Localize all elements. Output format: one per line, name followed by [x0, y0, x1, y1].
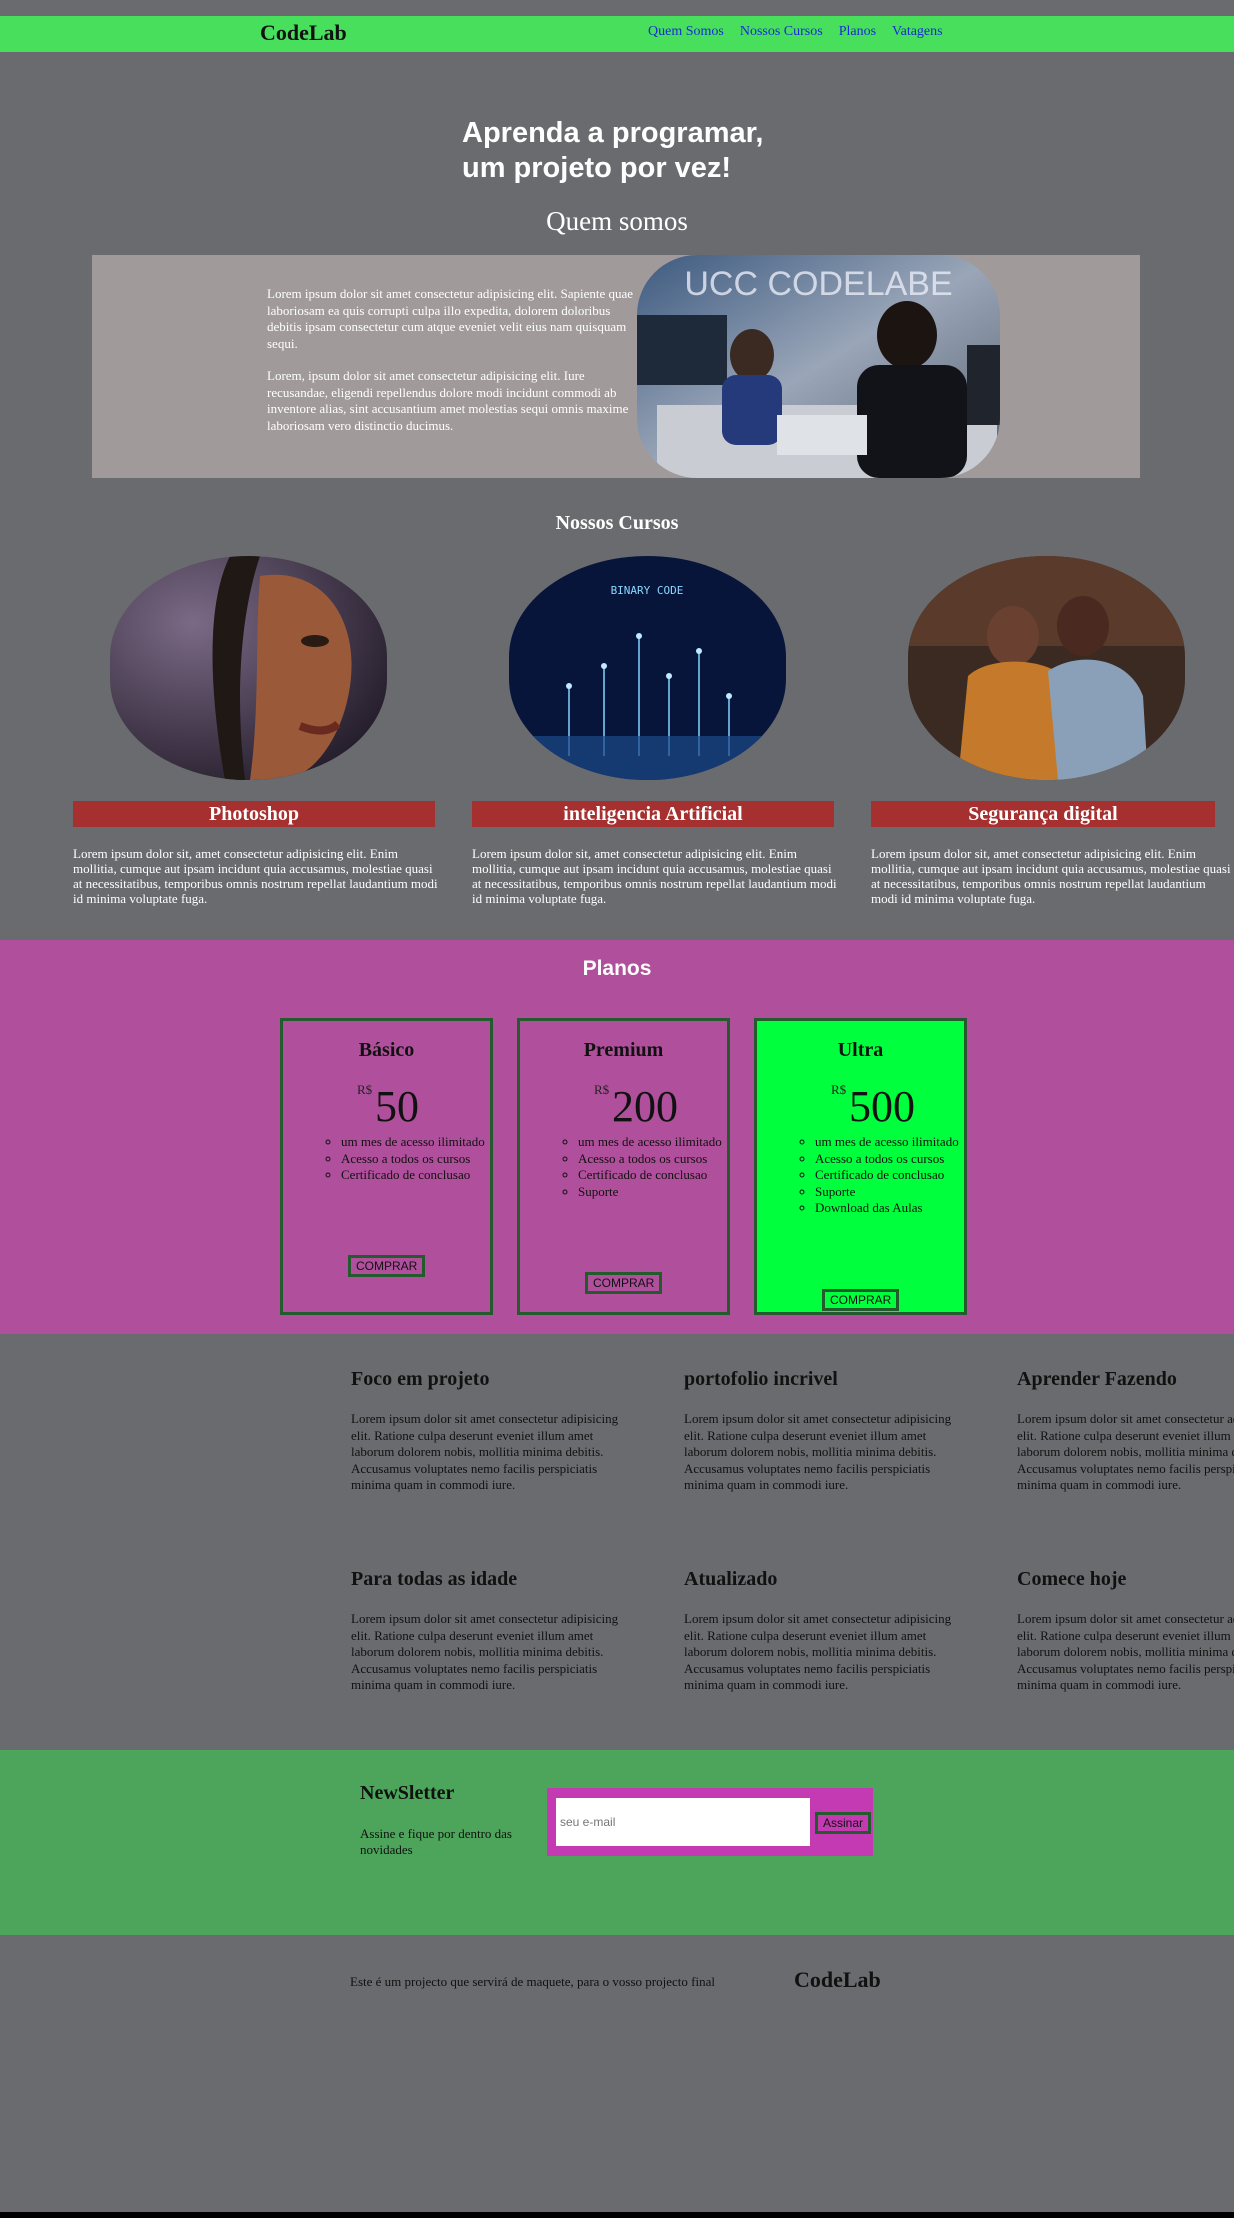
- course-title-photoshop[interactable]: Photoshop: [73, 801, 435, 827]
- nav-link-nossos-cursos[interactable]: Nossos Cursos: [740, 24, 823, 39]
- plan-feature: Download das Aulas: [815, 1200, 963, 1217]
- about-text: Lorem ipsum dolor sit amet consectetur a…: [267, 286, 637, 450]
- about-photo: UCC CODELABE: [637, 255, 1000, 478]
- footer-logo[interactable]: CodeLab: [794, 1967, 881, 1993]
- about-title: Quem somos: [546, 206, 688, 236]
- top-strip: [0, 0, 1234, 16]
- feature-text: Lorem ipsum dolor sit amet consectetur a…: [351, 1411, 619, 1492]
- feature-text: Lorem ipsum dolor sit amet consectetur a…: [1017, 1611, 1234, 1716]
- plan-feature: Certificado de conclusao: [815, 1167, 963, 1184]
- feature-text-inner: Lorem ipsum dolor sit amet consectetur a…: [1017, 1411, 1234, 1492]
- plans-title: Planos: [582, 957, 652, 980]
- course-desc-security: Lorem ipsum dolor sit, amet consectetur …: [871, 846, 1231, 906]
- footer-text: Este é um projecto que servirá de maquet…: [350, 1974, 715, 1989]
- plan-features: um mes de acesso ilimitado Acesso a todo…: [793, 1134, 963, 1217]
- plan-feature: Certificado de conclusao: [578, 1167, 726, 1184]
- plan-name: Básico: [358, 1039, 415, 1061]
- plan-feature: Acesso a todos os cursos: [578, 1151, 726, 1168]
- about-paragraph-2: Lorem, ipsum dolor sit amet consectetur …: [267, 368, 629, 433]
- hero-heading: Aprenda a programar, um projeto por vez!: [462, 116, 763, 186]
- plan-currency: R$: [594, 1082, 610, 1097]
- nav-link-planos[interactable]: Planos: [839, 24, 876, 39]
- feature-title: portofolio incrivel: [684, 1368, 838, 1390]
- feature-title: Comece hoje: [1017, 1568, 1127, 1590]
- nav-link-quem-somos[interactable]: Quem Somos: [648, 24, 724, 39]
- courses-title: Nossos Cursos: [555, 512, 679, 534]
- plan-feature: um mes de acesso ilimitado: [578, 1134, 726, 1151]
- plan-name: Premium: [583, 1039, 664, 1061]
- course-title-ai[interactable]: inteligencia Artificial: [472, 801, 834, 827]
- buy-button-basico[interactable]: COMPRAR: [348, 1255, 426, 1277]
- nav-menu: Quem Somos Nossos Cursos Planos Vatagens: [648, 24, 959, 40]
- nav-link-vatagens[interactable]: Vatagens: [892, 24, 943, 39]
- hero-line-1: Aprenda a programar,: [462, 117, 764, 149]
- newsletter-subtitle: Assine e fique por dentro das novidades: [360, 1826, 512, 1857]
- feature-title: Para todas as idade: [351, 1568, 518, 1590]
- feature-text: Lorem ipsum dolor sit amet consectetur a…: [684, 1611, 952, 1692]
- bottom-border: [0, 2212, 1234, 2218]
- hero-line-2: um projeto por vez!: [462, 152, 732, 184]
- plan-feature: Acesso a todos os cursos: [815, 1151, 963, 1168]
- newsletter-title: NewSletter: [360, 1782, 455, 1804]
- plan-currency: R$: [357, 1082, 373, 1097]
- feature-text: Lorem ipsum dolor sit amet consectetur a…: [684, 1411, 952, 1492]
- plan-price: 200: [612, 1082, 678, 1131]
- plan-feature: Suporte: [578, 1184, 726, 1201]
- course-desc-photoshop: Lorem ipsum dolor sit, amet consectetur …: [73, 846, 438, 906]
- feature-title: Atualizado: [684, 1568, 778, 1590]
- about-photo-caption: UCC CODELABE: [684, 265, 953, 303]
- navbar: [0, 16, 1234, 52]
- plan-currency: R$: [831, 1082, 847, 1097]
- about-paragraph-1: Lorem ipsum dolor sit amet consectetur a…: [267, 286, 634, 351]
- plan-feature: um mes de acesso ilimitado: [341, 1134, 489, 1151]
- feature-title: Aprender Fazendo: [1017, 1368, 1177, 1390]
- course-security-image: [908, 556, 1185, 780]
- feature-text: Lorem ipsum dolor sit amet consectetur a…: [1017, 1411, 1234, 1516]
- binary-code-image: BINARY CODE: [509, 556, 786, 780]
- feature-text-inner: Lorem ipsum dolor sit amet consectetur a…: [1017, 1611, 1234, 1692]
- plan-feature: um mes de acesso ilimitado: [815, 1134, 963, 1151]
- portrait-photo: [110, 556, 387, 780]
- plan-feature: Suporte: [815, 1184, 963, 1201]
- plan-card-premium: Premium R$ 200 um mes de acesso ilimitad…: [517, 1018, 730, 1315]
- buy-button-ultra[interactable]: COMPRAR: [822, 1289, 900, 1311]
- email-input[interactable]: [556, 1798, 810, 1846]
- course-ai-image: BINARY CODE: [509, 556, 786, 780]
- plan-card-ultra: Ultra R$ 500 um mes de acesso ilimitado …: [754, 1018, 967, 1315]
- course-desc-ai: Lorem ipsum dolor sit, amet consectetur …: [472, 846, 837, 906]
- plan-features: um mes de acesso ilimitado Acesso a todo…: [319, 1134, 489, 1184]
- course-title-security[interactable]: Segurança digital: [871, 801, 1215, 827]
- feature-title: Foco em projeto: [351, 1368, 490, 1390]
- two-people-photo: [908, 556, 1185, 780]
- plan-card-basico: Básico R$ 50 um mes de acesso ilimitado …: [280, 1018, 493, 1315]
- plan-feature: Acesso a todos os cursos: [341, 1151, 489, 1168]
- logo[interactable]: CodeLab: [260, 20, 347, 46]
- subscribe-button[interactable]: Assinar: [815, 1812, 872, 1834]
- plan-feature: Certificado de conclusao: [341, 1167, 489, 1184]
- binary-code-label: BINARY CODE: [611, 584, 684, 597]
- buy-button-premium[interactable]: COMPRAR: [585, 1272, 663, 1294]
- plan-price: 500: [849, 1082, 915, 1131]
- plan-price: 50: [375, 1082, 419, 1131]
- plan-features: um mes de acesso ilimitado Acesso a todo…: [556, 1134, 726, 1200]
- plan-name: Ultra: [837, 1039, 884, 1061]
- feature-text: Lorem ipsum dolor sit amet consectetur a…: [351, 1611, 619, 1692]
- course-photoshop-image: [110, 556, 387, 780]
